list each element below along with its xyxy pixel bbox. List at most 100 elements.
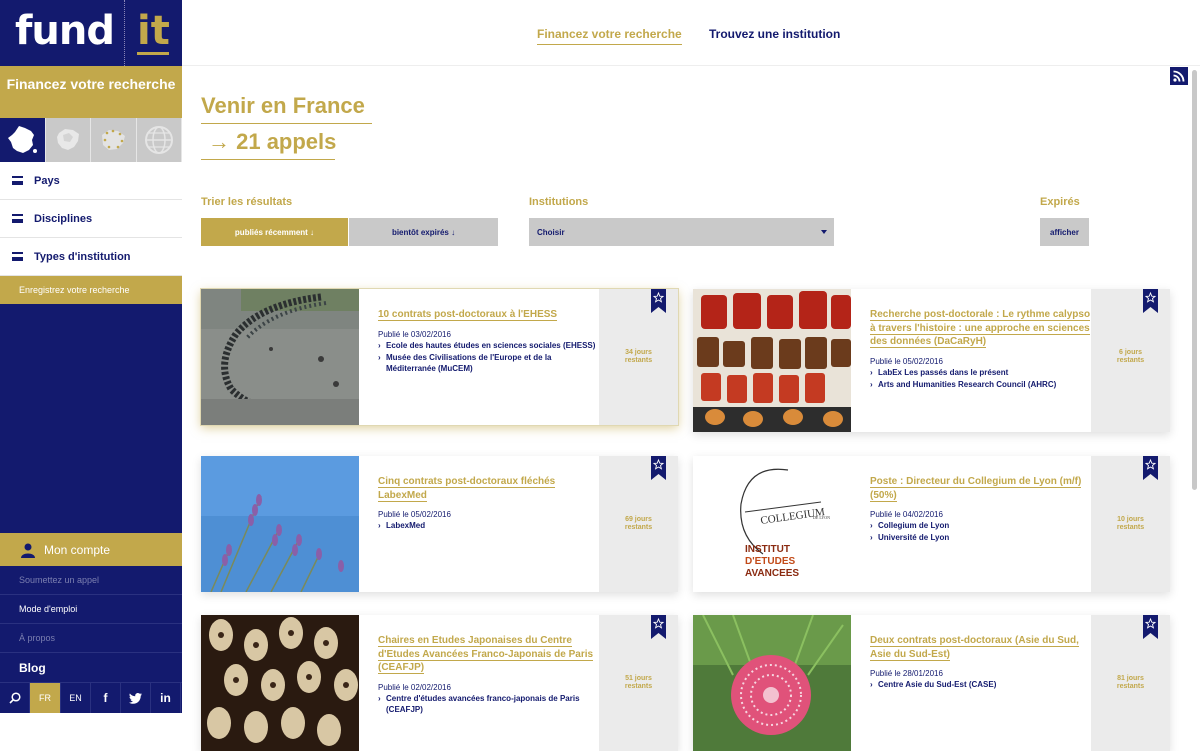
bookmark-star-icon[interactable]: [651, 289, 666, 313]
search-icon[interactable]: [0, 683, 30, 713]
card-image-flower: [693, 615, 851, 751]
menu-pays[interactable]: Pays: [0, 162, 182, 200]
card-date: Publié le 02/02/2016: [378, 682, 451, 692]
card-body: Recherche post-doctorale : Le rythme cal…: [870, 308, 1092, 390]
globe-icon[interactable]: [136, 118, 182, 162]
call-card[interactable]: 10 contrats post-doctoraux à l'EHESS Pub…: [201, 289, 678, 425]
sort-label: Trier les résultats: [201, 196, 293, 208]
save-search-button[interactable]: Enregistrez votre recherche: [0, 276, 182, 304]
card-body: Chaires en Etudes Japonaises du Centre d…: [378, 634, 600, 715]
days-remaining: 81 jours restants: [1116, 675, 1145, 690]
card-institution[interactable]: Musée des Civilisations de l'Europe et d…: [378, 352, 600, 374]
europe-map-icon[interactable]: [45, 118, 91, 162]
card-institution[interactable]: Université de Lyon: [870, 532, 1092, 543]
chevron-down-icon: [821, 230, 827, 234]
bookmark-star-icon[interactable]: [1143, 456, 1158, 480]
bookmark-star-icon[interactable]: [1143, 615, 1158, 639]
title-underline: [201, 123, 372, 124]
card-deadline: 51 jours restants: [599, 615, 678, 751]
card-deadline: 34 jours restants: [599, 289, 678, 425]
card-image-crowd: [201, 289, 359, 425]
bookmark-star-icon[interactable]: [1143, 289, 1158, 313]
card-institution[interactable]: Centre d'études avancées franco-japonais…: [378, 693, 600, 715]
logo-fund: fund: [15, 8, 115, 54]
twitter-icon[interactable]: [121, 683, 151, 713]
card-title-link[interactable]: Deux contrats post-doctoraux (Asie du Su…: [870, 634, 1092, 661]
nav-funding-link[interactable]: Financez votre recherche: [537, 27, 682, 45]
sort-recent-button[interactable]: publiés récemment ↓: [201, 218, 348, 246]
card-deadline: 10 jours restants: [1091, 456, 1170, 592]
user-guide-link[interactable]: Mode d'emploi: [0, 595, 182, 624]
select-value: Choisir: [537, 227, 565, 237]
france-map-icon[interactable]: [0, 118, 46, 162]
card-institution[interactable]: Arts and Humanities Research Council (AH…: [870, 379, 1092, 390]
account-button[interactable]: Mon compte: [0, 533, 182, 566]
expired-label: Expirés: [1040, 196, 1080, 208]
show-expired-button[interactable]: afficher: [1040, 218, 1089, 246]
call-card[interactable]: COLLEGIUM DE LYON INSTITUT D'ETUDES AVAN…: [693, 456, 1170, 592]
menu-label: Types d'institution: [34, 250, 131, 263]
card-title-link[interactable]: Poste : Directeur du Collegium de Lyon (…: [870, 475, 1092, 502]
menu-label: Disciplines: [34, 212, 93, 225]
linkedin-icon[interactable]: in: [151, 683, 181, 713]
card-image-lanterns: [201, 615, 359, 751]
bottom-bar: FR EN f in: [0, 683, 182, 713]
menu-icon: [12, 252, 23, 261]
days-remaining: 6 jours restants: [1116, 349, 1145, 364]
card-institution[interactable]: Centre Asie du Sud-Est (CASE): [870, 679, 1092, 690]
submit-call-link[interactable]: Soumettez un appel: [0, 566, 182, 595]
call-card[interactable]: Cinq contrats post-doctoraux fléchés Lab…: [201, 456, 678, 592]
sort-expiring-button[interactable]: bientôt expirés ↓: [349, 218, 498, 246]
card-date: Publié le 05/02/2016: [378, 510, 451, 519]
days-remaining: 51 jours restants: [624, 675, 653, 690]
eu-stars-map-icon[interactable]: [91, 118, 137, 162]
about-link[interactable]: À propos: [0, 624, 182, 653]
card-title-link[interactable]: Chaires en Etudes Japonaises du Centre d…: [378, 634, 600, 675]
rss-icon[interactable]: [1170, 67, 1188, 85]
card-date: Publié le 03/02/2016: [378, 329, 451, 339]
menu-label: Pays: [34, 174, 60, 187]
card-date: Publié le 28/01/2016: [870, 669, 943, 678]
card-deadline: 69 jours restants: [599, 456, 678, 592]
card-institution[interactable]: LabEx Les passés dans le présent: [870, 367, 1092, 378]
menu-disciplines[interactable]: Disciplines: [0, 200, 182, 238]
card-institution[interactable]: Collegium de Lyon: [870, 520, 1092, 531]
card-title-link[interactable]: Cinq contrats post-doctoraux fléchés Lab…: [378, 475, 600, 502]
user-icon: [21, 543, 35, 558]
logo-it: it: [137, 8, 170, 54]
account-label: Mon compte: [44, 542, 111, 557]
results-count: → 21 appels: [208, 129, 337, 154]
card-image-drums: [693, 289, 851, 432]
facebook-icon[interactable]: f: [91, 683, 121, 713]
card-institution[interactable]: Ecole des hautes études en sciences soci…: [378, 340, 600, 351]
days-remaining: 34 jours restants: [624, 349, 653, 364]
institutions-label: Institutions: [529, 196, 589, 208]
card-date: Publié le 04/02/2016: [870, 510, 943, 519]
call-card[interactable]: Recherche post-doctorale : Le rythme cal…: [693, 289, 1170, 432]
card-institution[interactable]: LabexMed: [378, 520, 600, 531]
card-body: Poste : Directeur du Collegium de Lyon (…: [870, 475, 1092, 543]
card-body: 10 contrats post-doctoraux à l'EHESS Pub…: [378, 308, 600, 374]
institutions-select[interactable]: Choisir: [529, 218, 834, 246]
card-image-lavender: [201, 456, 359, 592]
bookmark-star-icon[interactable]: [651, 615, 666, 639]
card-date: Publié le 05/02/2016: [870, 356, 943, 366]
days-remaining: 69 jours restants: [624, 516, 653, 531]
card-title-link[interactable]: Recherche post-doctorale : Le rythme cal…: [870, 308, 1092, 349]
call-card[interactable]: Deux contrats post-doctoraux (Asie du Su…: [693, 615, 1170, 751]
logo[interactable]: fund it: [0, 0, 182, 66]
nav-institution-link[interactable]: Trouvez une institution: [709, 27, 840, 41]
card-title-link[interactable]: 10 contrats post-doctoraux à l'EHESS: [378, 308, 600, 322]
page-title: Venir en France: [201, 93, 365, 118]
lang-en-button[interactable]: EN: [61, 683, 91, 713]
svg-text:AVANCEES: AVANCEES: [745, 568, 799, 579]
bookmark-star-icon[interactable]: [651, 456, 666, 480]
blog-link[interactable]: Blog: [0, 653, 182, 683]
scrollbar[interactable]: [1192, 70, 1197, 490]
card-image-collegium-logo: COLLEGIUM DE LYON INSTITUT D'ETUDES AVAN…: [693, 456, 851, 592]
call-card[interactable]: Chaires en Etudes Japonaises du Centre d…: [201, 615, 678, 751]
side-links: Soumettez un appel Mode d'emploi À propo…: [0, 566, 182, 683]
menu-types-institution[interactable]: Types d'institution: [0, 238, 182, 276]
logo-divider: [124, 0, 125, 66]
lang-fr-button[interactable]: FR: [30, 683, 61, 713]
